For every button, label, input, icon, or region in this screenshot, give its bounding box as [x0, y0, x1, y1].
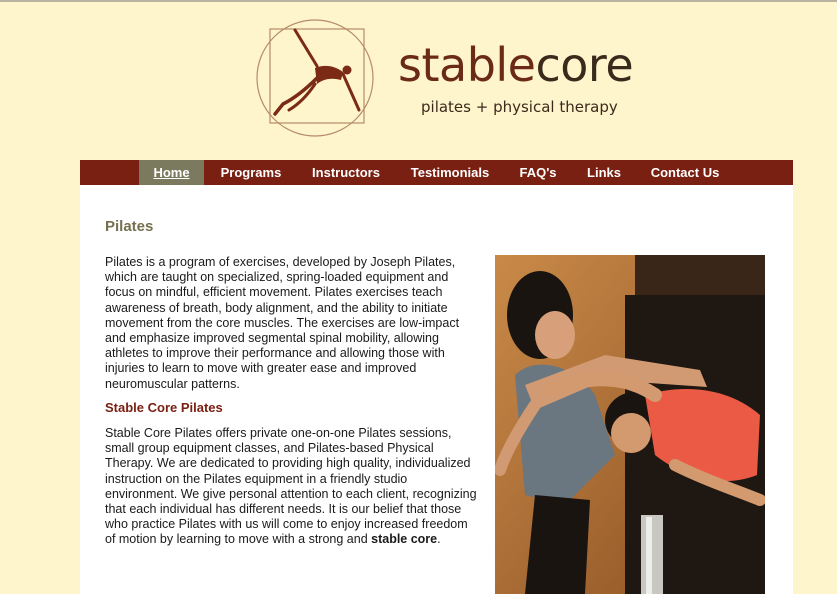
about-text-end: .	[437, 532, 441, 547]
nav-item-faqs[interactable]: FAQ's	[512, 160, 564, 185]
about-text-bold: stable core	[371, 532, 438, 547]
main-nav: Home Programs Instructors Testimonials F…	[80, 160, 793, 185]
nav-item-links[interactable]: Links	[580, 160, 628, 185]
logo-wordmark[interactable]: stablecore	[398, 42, 634, 88]
logo-word-core: core	[535, 38, 634, 92]
nav-item-home[interactable]: Home	[139, 160, 204, 185]
about-text: Stable Core Pilates offers private one-o…	[105, 426, 477, 547]
window-top-border	[0, 0, 837, 2]
section-subtitle: Stable Core Pilates	[105, 400, 223, 415]
logo-word-stable: stable	[398, 38, 536, 92]
page-title: Pilates	[105, 218, 154, 235]
nav-item-testimonials[interactable]: Testimonials	[404, 160, 496, 185]
intro-paragraph: Pilates is a program of exercises, devel…	[105, 255, 460, 391]
nav-item-contact-us[interactable]: Contact Us	[644, 160, 726, 185]
nav-item-instructors[interactable]: Instructors	[304, 160, 388, 185]
logo-tagline: pilates + physical therapy	[421, 98, 618, 116]
nav-item-programs[interactable]: Programs	[214, 160, 288, 185]
logo-emblem-icon	[256, 19, 374, 137]
about-paragraph: Stable Core Pilates offers private one-o…	[105, 426, 480, 548]
pilates-photo	[495, 255, 765, 594]
